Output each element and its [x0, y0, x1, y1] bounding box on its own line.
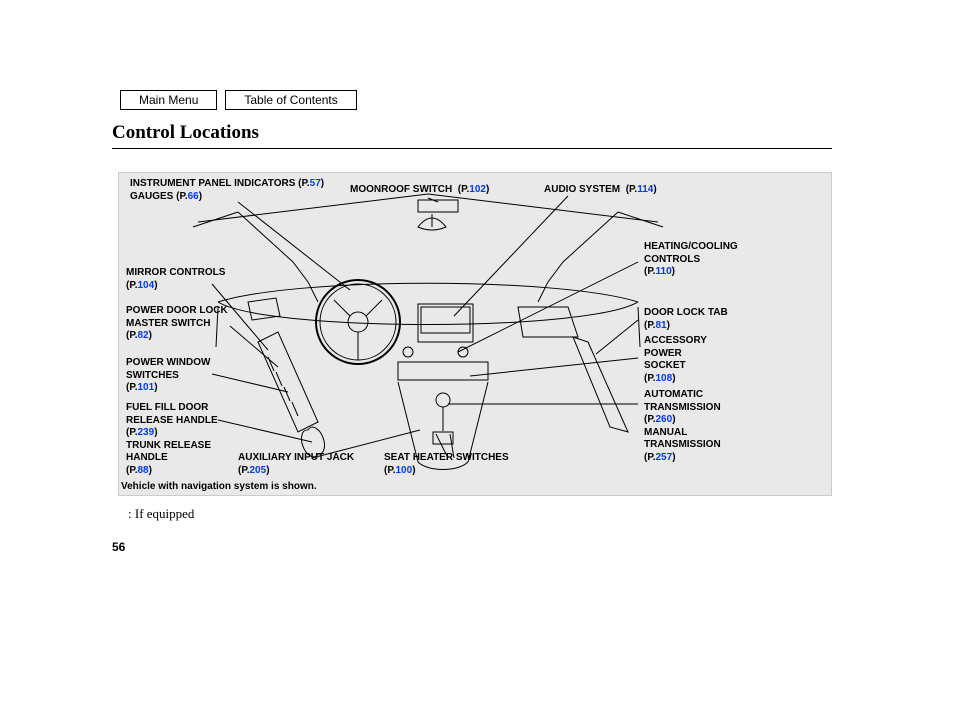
- pageref[interactable]: 102: [469, 184, 486, 195]
- label-fuel-trunk: FUEL FILL DOOR RELEASE HANDLE (P.239) TR…: [126, 402, 218, 477]
- pageref[interactable]: 257: [656, 452, 673, 463]
- pageref[interactable]: 205: [250, 465, 267, 476]
- pageref[interactable]: 81: [656, 320, 667, 331]
- pageref[interactable]: 239: [138, 427, 155, 438]
- label-heatcool: HEATING/COOLING CONTROLS (P.110): [644, 241, 738, 279]
- pageref[interactable]: 110: [656, 266, 672, 277]
- label-locktab: DOOR LOCK TAB (P.81): [644, 307, 728, 332]
- pageref[interactable]: 104: [138, 280, 155, 291]
- label-aux: AUXILIARY INPUT JACK (P.205): [238, 452, 354, 477]
- label-pwindow: POWER WINDOW SWITCHES (P.101): [126, 357, 210, 395]
- label-seatheat: SEAT HEATER SWITCHES (P.100): [384, 452, 509, 477]
- label-trans: AUTOMATIC TRANSMISSION (P.260) MANUAL TR…: [644, 389, 721, 464]
- pageref[interactable]: 82: [138, 330, 149, 341]
- label-moonroof: MOONROOF SWITCH (P.102): [350, 184, 489, 197]
- footnote: : If equipped: [128, 506, 194, 522]
- pageref[interactable]: 100: [396, 465, 413, 476]
- title-rule: [112, 148, 832, 149]
- page-title: Control Locations: [112, 122, 259, 144]
- label-lockmaster: POWER DOOR LOCK MASTER SWITCH (P.82): [126, 305, 228, 343]
- pageref[interactable]: 57: [310, 178, 321, 189]
- pageref[interactable]: 108: [656, 373, 673, 384]
- pageref[interactable]: 88: [138, 465, 149, 476]
- label-accpower: ACCESSORY POWER SOCKET (P.108): [644, 335, 707, 385]
- pageref[interactable]: 66: [188, 191, 199, 202]
- label-instrument: INSTRUMENT PANEL INDICATORS (P.57) GAUGE…: [130, 178, 324, 203]
- pageref[interactable]: 114: [637, 184, 653, 195]
- pageref[interactable]: 260: [656, 414, 673, 425]
- toc-button[interactable]: Table of Contents: [225, 90, 356, 110]
- page-number: 56: [112, 540, 125, 554]
- label-mirror: MIRROR CONTROLS (P.104): [126, 267, 225, 292]
- diagram-note: Vehicle with navigation system is shown.: [121, 481, 317, 492]
- label-audio: AUDIO SYSTEM (P.114): [544, 184, 657, 197]
- pageref[interactable]: 101: [138, 382, 155, 393]
- main-menu-button[interactable]: Main Menu: [120, 90, 217, 110]
